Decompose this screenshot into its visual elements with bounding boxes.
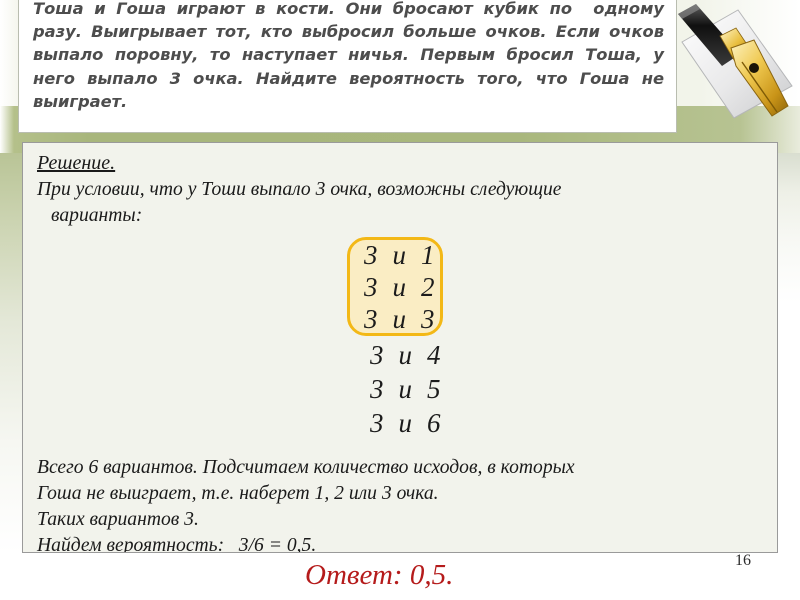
variant-row: 3 и 1 xyxy=(364,240,435,270)
fountain-pen-icon xyxy=(676,2,798,126)
solution-heading: Решение. xyxy=(37,152,116,174)
solution-closing-line: Всего 6 вариантов. Подсчитаем количество… xyxy=(37,457,575,478)
question-text: Тоша и Гоша играют в кости. Они бросают … xyxy=(33,0,671,111)
question-panel: Тоша и Гоша играют в кости. Они бросают … xyxy=(18,0,677,133)
solution-closing-line: Таких вариантов 3. xyxy=(37,509,199,530)
variant-row: 3 и 2 xyxy=(364,272,435,302)
solution-intro-line-2: варианты: xyxy=(51,205,143,226)
solution-closing-line: Найдем вероятность: 3/6 = 0,5. xyxy=(37,535,317,553)
page-number: 16 xyxy=(735,552,751,569)
slide-canvas: Тоша и Гоша играют в кости. Они бросают … xyxy=(0,0,800,600)
solution-closing-line: Гоша не выиграет, т.е. наберет 1, 2 или … xyxy=(37,483,439,504)
solution-closing-lines: Всего 6 вариантов. Подсчитаем количество… xyxy=(37,455,763,553)
solution-intro-line-1: При условии, что у Тоши выпало 3 очка, в… xyxy=(37,179,562,200)
variants-list: 3 и 1 3 и 2 3 и 3 3 и 4 3 и 5 3 и 6 xyxy=(37,237,763,453)
variant-row: 3 и 6 xyxy=(370,408,441,438)
variant-row: 3 и 4 xyxy=(370,340,441,370)
background-left-gradient xyxy=(0,153,22,600)
variant-row: 3 и 3 xyxy=(364,304,435,334)
solution-panel: Решение. При условии, что у Тоши выпало … xyxy=(22,142,778,553)
answer-text: Ответ: 0,5. xyxy=(305,559,454,591)
variant-row: 3 и 5 xyxy=(370,374,441,404)
